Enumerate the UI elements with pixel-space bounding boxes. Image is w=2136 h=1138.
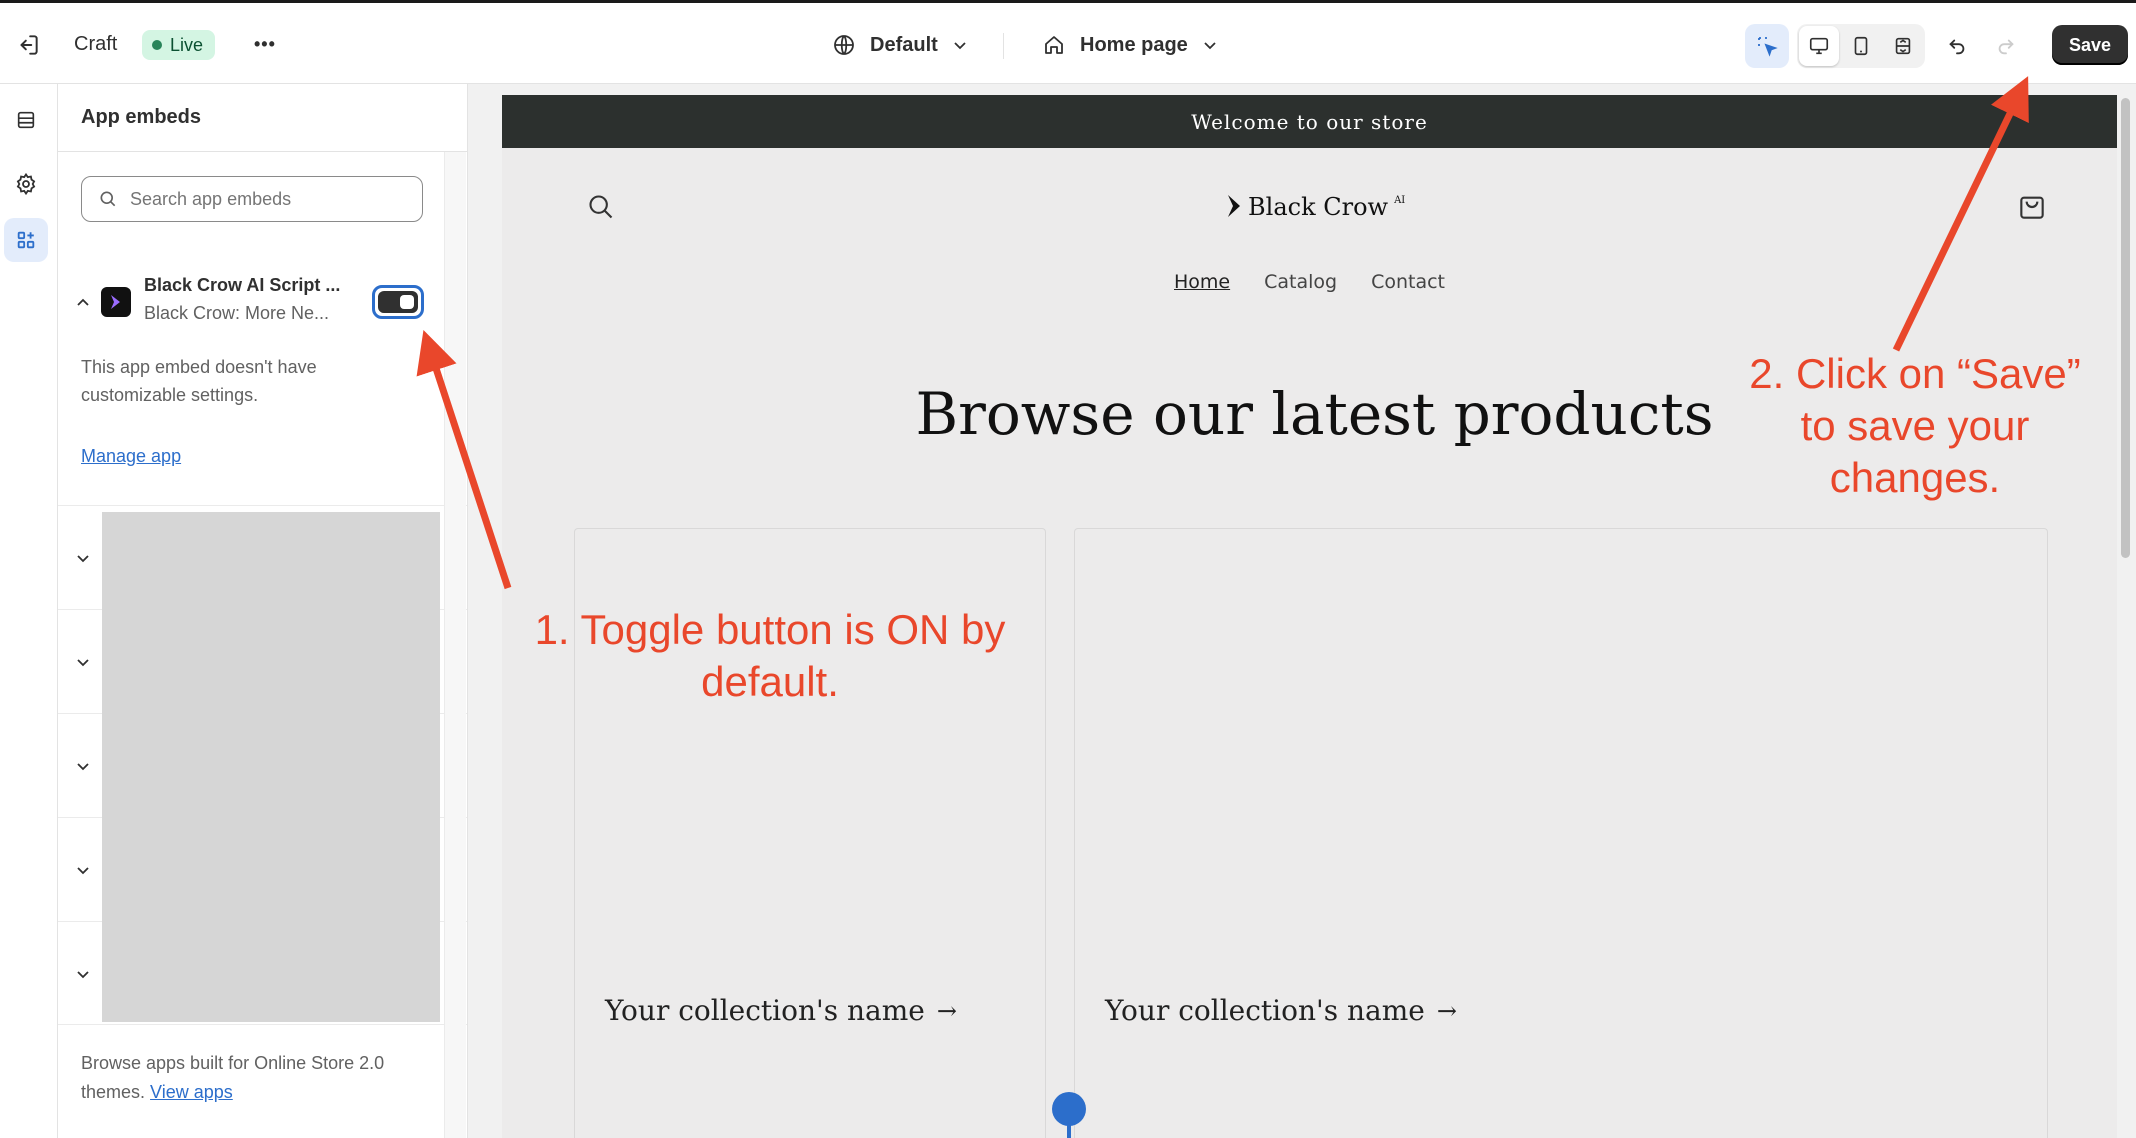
black-crow-app-icon [101,287,131,317]
toggle-annotation: 1. Toggle button is ON by default. [534,606,1006,705]
collection-title[interactable]: Your collection's name → [605,994,957,1027]
mobile-view-button[interactable] [1841,26,1881,66]
logo-superscript: AI [1394,195,1406,206]
undo-button[interactable] [1935,24,1979,68]
app-embeds-panel: App embeds Black Crow AI Script ... Blac… [58,84,468,1138]
exit-icon [20,35,38,55]
undo-icon [1949,39,1965,55]
nav-catalog[interactable]: Catalog [1264,271,1337,293]
preview-scrollbar-thumb[interactable] [2121,98,2130,558]
theme-select[interactable]: Default [832,27,968,63]
embed-description: This app embed doesn't have customizable… [81,357,317,405]
search-field[interactable] [81,176,423,222]
store-logo[interactable]: Black Crow AI [1226,193,1405,221]
more-actions-button[interactable]: ••• [254,29,276,59]
panel-title: App embeds [81,106,202,128]
collection-name: Your collection's name [605,994,925,1027]
theme-select-label: Default [870,33,938,56]
inspector-toggle-button[interactable] [1745,24,1789,68]
panel-header-divider [58,151,467,152]
cart-icon[interactable] [2016,191,2048,223]
chevron-up-icon[interactable] [75,295,91,311]
arrow-right-icon: → [1436,996,1457,1025]
section-insert-handle[interactable] [1052,1092,1086,1126]
embed-toggle[interactable] [372,285,424,319]
announcement-bar: Welcome to our store [502,95,2117,148]
top-bar: Craft Live ••• Default Home page Save [0,0,2136,84]
gear-icon [16,172,36,196]
live-status-badge: Live [142,30,216,60]
view-apps-link[interactable]: View apps [150,1082,233,1102]
embed-subtitle: Black Crow: More Ne... [144,303,330,323]
live-dot-icon [152,40,162,50]
save-annotation: 2. Click on “Save” to save your changes. [1749,350,2081,501]
desktop-icon [1809,37,1829,55]
fullscreen-icon [1895,37,1911,55]
manage-app-link[interactable]: Manage app [81,446,181,467]
collection-title[interactable]: Your collection's name → [1105,994,1457,1027]
crow-logo-icon [1228,195,1240,217]
live-label: Live [170,34,204,55]
left-rail [0,84,58,1138]
home-icon [1045,36,1063,54]
viewport-group [1797,24,1925,68]
nav-home[interactable]: Home [1174,271,1230,293]
chevron-down-icon [77,763,89,771]
page-select[interactable]: Home page [1042,27,1218,63]
section-insert-line [1067,1123,1071,1138]
chevron-down-icon [77,555,89,563]
embed-item-black-crow: Black Crow AI Script ... Black Crow: Mor… [58,247,467,507]
theme-settings-tab[interactable] [4,162,48,206]
chevron-down-icon [77,971,89,979]
redaction-block [102,512,440,1022]
fullwidth-view-button[interactable] [1883,26,1923,66]
embed-name: Black Crow AI Script ... [144,275,341,295]
chevron-down-icon [954,42,966,50]
app-embeds-tab[interactable] [4,218,48,262]
collection-card[interactable]: Your collection's name → [1074,528,2048,1138]
logo-text: Black Crow [1248,193,1389,221]
exit-button[interactable] [8,25,48,65]
save-button[interactable]: Save [2052,25,2128,65]
mobile-icon [1854,36,1868,56]
redo-icon [1998,39,2014,55]
search-icon[interactable] [587,193,615,221]
chevron-down-icon [1204,42,1216,50]
toggle-track [378,291,418,313]
page-select-label: Home page [1080,33,1188,56]
select-pointer-icon [1758,37,1778,57]
redo-button[interactable] [1984,24,2028,68]
nav-contact[interactable]: Contact [1371,271,1445,293]
chevron-down-icon [77,867,89,875]
search-icon [100,191,116,207]
chevron-down-icon [77,659,89,667]
toggle-knob [400,295,414,309]
topbar-divider [1003,33,1004,59]
sidebar-scrollbar[interactable] [444,152,466,1138]
globe-icon [834,35,854,55]
collection-name: Your collection's name [1105,994,1425,1027]
apps-icon [17,231,35,249]
desktop-view-button[interactable] [1799,26,1839,66]
arrow-right-icon: → [936,996,957,1025]
store-nav: Home Catalog Contact [1174,271,1445,293]
sections-icon [17,111,35,129]
browse-apps-footer: Browse apps built for Online Store 2.0 t… [81,1049,431,1107]
search-input[interactable] [130,188,400,210]
sections-tab[interactable] [4,98,48,142]
store-name: Craft [74,32,118,55]
black-crow-logo-icon [111,295,120,309]
